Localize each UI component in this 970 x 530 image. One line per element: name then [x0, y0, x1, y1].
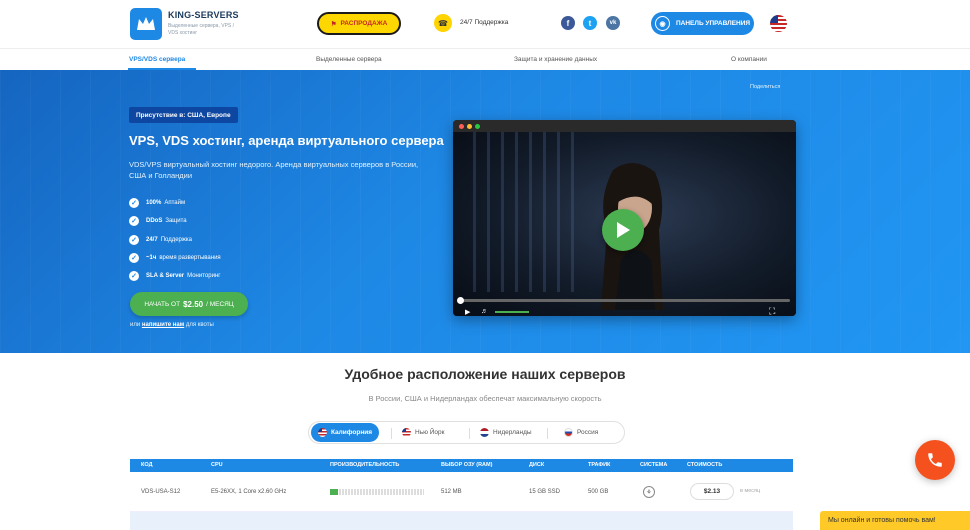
main-nav: VPS/VDS сервера Выделенные сервера Защит… — [0, 48, 970, 70]
check-icon: ✓ — [129, 216, 139, 227]
column-header: СИСТЕМА — [640, 462, 668, 468]
contact-note: или напишите нам для квоты — [130, 322, 214, 328]
check-icon: ✓ — [129, 271, 139, 282]
dashboard-icon: ◉ — [655, 16, 670, 31]
video-frame: ▶ ♬ ⛶ — [453, 132, 796, 316]
vk-icon[interactable]: vk — [606, 16, 620, 30]
control-panel-label: ПАНЕЛЬ УПРАВЛЕНИЯ — [676, 20, 751, 27]
sale-button[interactable]: ⚑ РАСПРОДАЖА — [317, 12, 401, 35]
check-icon: ✓ — [129, 234, 139, 245]
feature-item: ✓ 100% Аптайм — [129, 194, 221, 212]
nav-item-about[interactable]: О компании — [731, 56, 767, 63]
progress-knob[interactable] — [457, 297, 464, 304]
play-small-icon[interactable]: ▶ — [465, 308, 470, 316]
fullscreen-icon[interactable]: ⛶ — [769, 306, 775, 316]
us-flag-icon — [318, 428, 327, 437]
us-flag-icon — [402, 428, 411, 437]
tab-california[interactable]: Калифорния — [311, 423, 380, 442]
tab-divider — [547, 428, 548, 439]
feature-item: ✓ DDoS Защита — [129, 212, 221, 230]
column-header: КОД — [141, 462, 153, 468]
hero-description: VDS/VPS виртуальный хостинг недорого. Ар… — [129, 160, 419, 180]
location-tabs: Калифорния Нью Йорк Нидерланды Россия — [308, 421, 625, 444]
nav-item-dedicated[interactable]: Выделенные сервера — [316, 56, 382, 63]
contact-link[interactable]: напишите нам — [142, 322, 184, 328]
window-titlebar — [453, 120, 796, 132]
tag-icon: ⚑ — [330, 20, 337, 28]
phone-icon — [928, 453, 942, 467]
hero-title: VPS, VDS хостинг, аренда виртуального се… — [129, 133, 444, 148]
column-header: ПРОИЗВОДИТЕЛЬНОСТЬ — [330, 462, 400, 468]
play-icon — [617, 222, 630, 238]
brand-tagline: Выделенные сервера, VPS / VDS хостинг — [168, 23, 235, 36]
control-panel-button[interactable]: ◉ ПАНЕЛЬ УПРАВЛЕНИЯ — [651, 12, 754, 35]
tab-divider — [469, 428, 470, 439]
column-header: СТОИМОСТЬ — [687, 462, 723, 468]
minimize-dot-icon — [467, 124, 472, 129]
check-icon: ✓ — [129, 253, 139, 264]
price-period: в месяц — [740, 488, 761, 494]
start-cta-button[interactable]: НАЧАТЬ ОТ $2.50 / МЕСЯЦ — [130, 292, 248, 316]
language-flag-icon[interactable] — [770, 15, 787, 32]
performance-fill — [330, 489, 338, 495]
call-button[interactable] — [915, 440, 955, 480]
close-dot-icon — [459, 124, 464, 129]
cell-ram[interactable]: 512 MB — [441, 489, 462, 495]
cell-cpu: E5-26XX, 1 Core x2.60 GHz — [211, 489, 287, 495]
brand-name[interactable]: KING-SERVERS — [168, 10, 239, 20]
tab-new-york[interactable]: Нью Йорк — [395, 423, 452, 442]
twitter-icon[interactable]: t — [583, 16, 597, 30]
nl-flag-icon — [480, 428, 489, 437]
video-progress-bar[interactable] — [457, 297, 790, 304]
locations-subtitle: В России, США и Нидерландах обеспечат ма… — [368, 394, 602, 403]
feature-item: ✓ ~1ч время развертывания — [129, 249, 221, 267]
column-header: ТРАФИК — [588, 462, 611, 468]
site-header: KING-SERVERS Выделенные сервера, VPS / V… — [0, 0, 970, 48]
logo-icon[interactable] — [130, 8, 162, 40]
servers-table-header: КОД CPU ПРОИЗВОДИТЕЛЬНОСТЬ ВЫБОР ОЗУ (RA… — [130, 459, 793, 472]
maximize-dot-icon — [475, 124, 480, 129]
cell-code: VDS-USA-S12 — [141, 489, 181, 495]
column-header: CPU — [211, 462, 223, 468]
tab-russia[interactable]: Россия — [557, 423, 605, 442]
feature-list: ✓ 100% Аптайм ✓ DDoS Защита ✓ 24/7 Поддержк… — [129, 194, 221, 285]
ru-flag-icon — [564, 428, 573, 437]
price-badge[interactable]: $2.13 — [690, 483, 734, 500]
live-chat-widget[interactable]: Мы онлайн и готовы помочь вам! — [820, 511, 970, 530]
nav-item-vps[interactable]: VPS/VDS сервера — [129, 56, 185, 63]
share-link[interactable]: Поделиться — [750, 84, 780, 90]
cell-traffic: 500 GB — [588, 489, 609, 495]
volume-icon[interactable]: ♬ — [481, 308, 488, 315]
check-icon: ✓ — [129, 198, 139, 209]
cell-disk: 15 GB SSD — [529, 489, 561, 495]
performance-bar — [330, 489, 424, 495]
headset-icon[interactable]: ☎ — [434, 14, 452, 32]
linux-icon[interactable]: ⚘ — [643, 486, 655, 498]
sale-label: РАСПРОДАЖА — [340, 20, 388, 27]
volume-slider[interactable] — [495, 311, 529, 313]
facebook-icon[interactable]: f — [561, 16, 575, 30]
background-lights — [473, 132, 583, 292]
video-player[interactable]: ▶ ♬ ⛶ — [453, 120, 796, 316]
table-row[interactable] — [130, 512, 793, 530]
table-row[interactable]: VDS-USA-S12 E5-26XX, 1 Core x2.60 GHz 51… — [130, 472, 793, 512]
feature-item: ✓ 24/7 Поддержка — [129, 231, 221, 249]
feature-item: ✓ SLA & Server Мониторинг — [129, 267, 221, 285]
hero-section: Поделиться Присутствие в: США, Европе VP… — [0, 70, 970, 353]
column-header: ДИСК — [529, 462, 545, 468]
nav-item-protection[interactable]: Защита и хранение данных — [514, 56, 597, 63]
tab-netherlands[interactable]: Нидерланды — [473, 423, 539, 442]
support-label[interactable]: 24/7 Поддержка — [460, 19, 508, 26]
tab-divider — [391, 428, 392, 439]
column-header: ВЫБОР ОЗУ (RAM) — [441, 462, 493, 468]
locations-title: Удобное расположение наших серверов — [344, 366, 626, 382]
play-button[interactable] — [602, 209, 644, 251]
presence-badge: Присутствие в: США, Европе — [129, 107, 238, 123]
